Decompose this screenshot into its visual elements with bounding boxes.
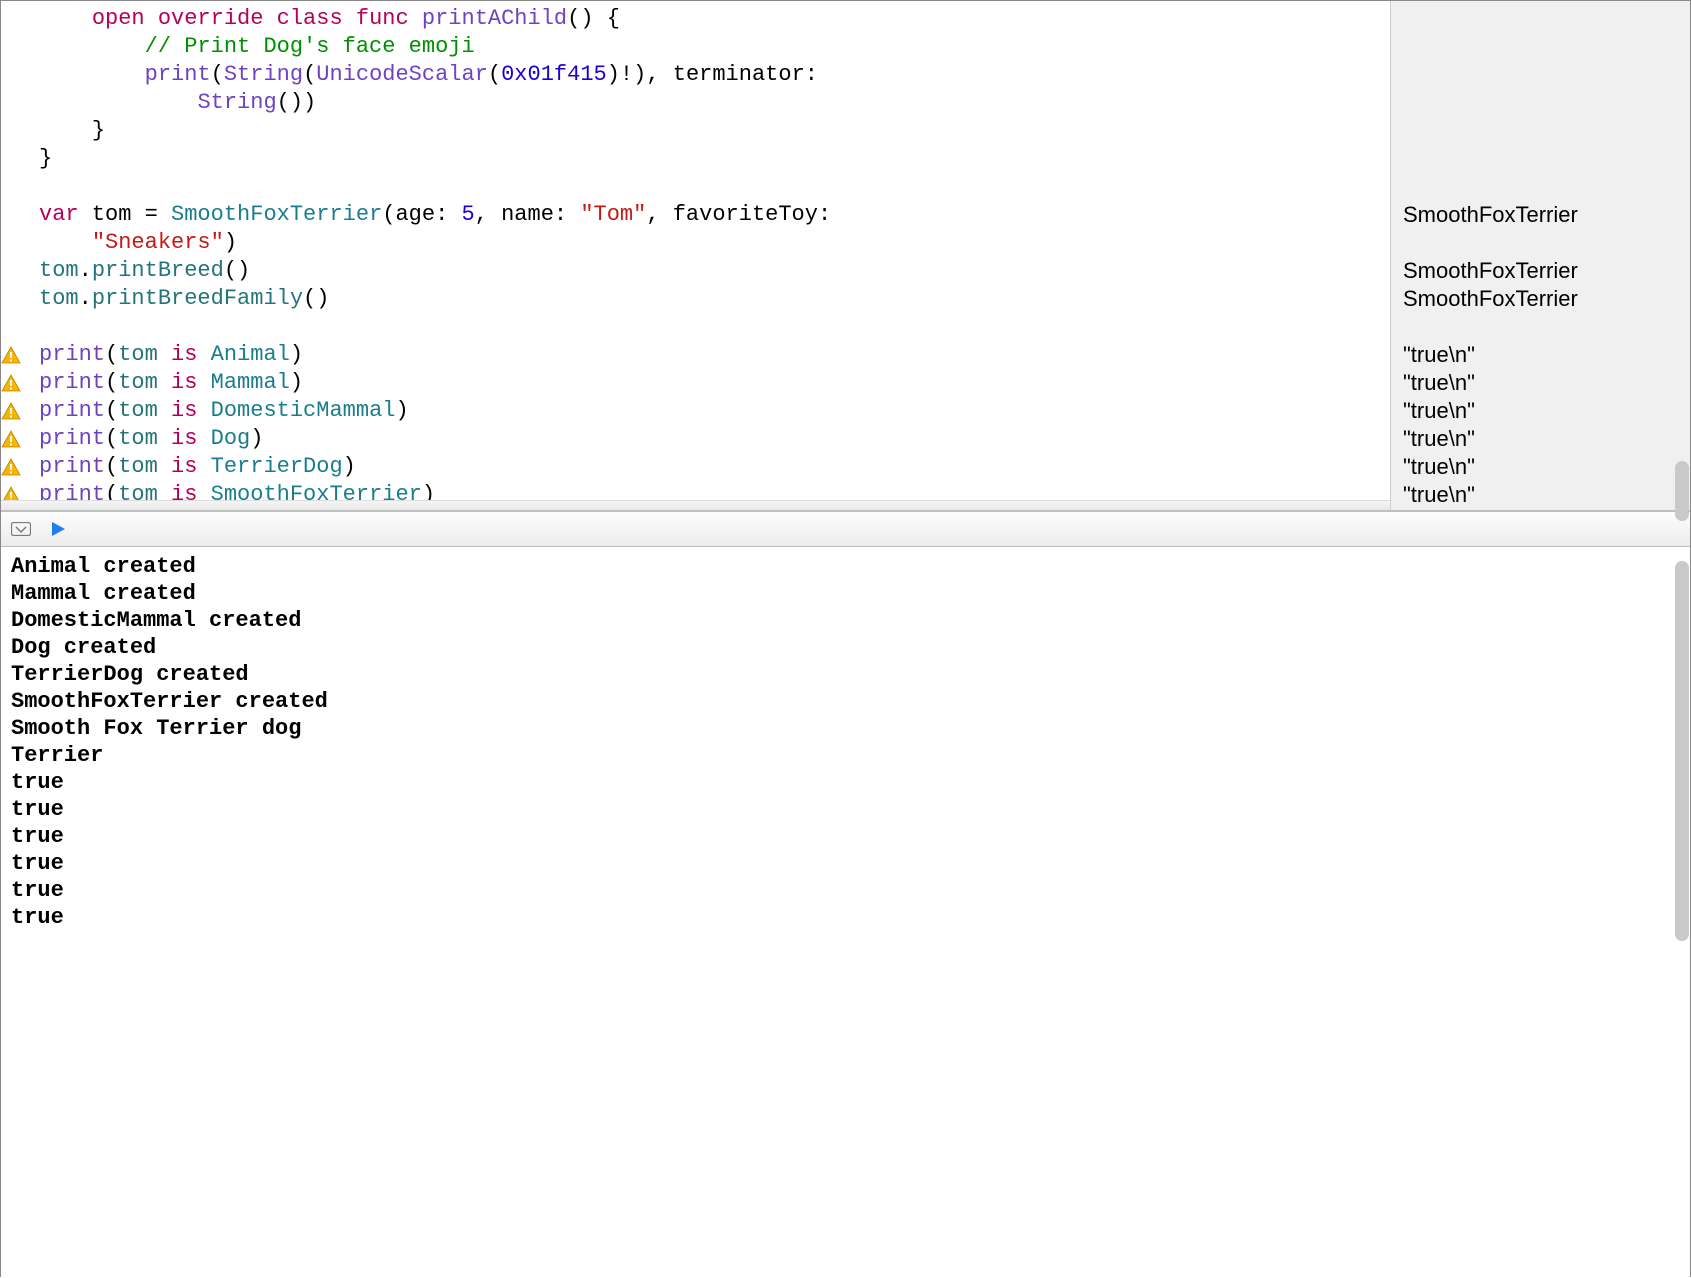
code-line[interactable]: print(tom is TerrierDog) [1, 453, 1390, 481]
console-line: TerrierDog created [11, 661, 1680, 688]
result-line[interactable]: "true\n" [1403, 341, 1678, 369]
code-line[interactable]: tom.printBreed() [1, 257, 1390, 285]
console-line: Terrier [11, 742, 1680, 769]
result-line[interactable]: "true\n" [1403, 369, 1678, 397]
code-text: print(tom is Animal) [33, 341, 1390, 369]
code-text: print(String(UnicodeScalar(0x01f415)!), … [33, 61, 1390, 89]
result-line[interactable] [1403, 5, 1678, 33]
console-line: Mammal created [11, 580, 1680, 607]
console-line: Animal created [11, 553, 1680, 580]
result-line[interactable]: "true\n" [1403, 425, 1678, 453]
console-line: true [11, 769, 1680, 796]
code-line[interactable]: // Print Dog's face emoji [1, 33, 1390, 61]
result-line[interactable] [1403, 89, 1678, 117]
code-editor[interactable]: open override class func printAChild() {… [1, 1, 1390, 510]
results-sidebar: SmoothFoxTerrierSmoothFoxTerrierSmoothFo… [1390, 1, 1690, 510]
console-line: true [11, 904, 1680, 931]
result-line[interactable] [1403, 313, 1678, 341]
code-line[interactable] [1, 313, 1390, 341]
result-line[interactable]: SmoothFoxTerrier [1403, 285, 1678, 313]
console-scrollbar[interactable] [1675, 561, 1689, 941]
code-text: tom.printBreedFamily() [33, 285, 1390, 313]
code-text: tom.printBreed() [33, 257, 1390, 285]
result-line[interactable] [1403, 173, 1678, 201]
vertical-scrollbar[interactable] [1675, 461, 1689, 521]
code-line[interactable]: } [1, 145, 1390, 173]
result-line[interactable]: "true\n" [1403, 397, 1678, 425]
warning-icon [1, 397, 33, 421]
code-line[interactable]: print(tom is Mammal) [1, 369, 1390, 397]
code-text: print(tom is Dog) [33, 425, 1390, 453]
code-line[interactable]: print(tom is Animal) [1, 341, 1390, 369]
code-text [33, 173, 1390, 201]
code-text: print(tom is TerrierDog) [33, 453, 1390, 481]
result-line[interactable]: SmoothFoxTerrier [1403, 257, 1678, 285]
code-line[interactable] [1, 173, 1390, 201]
code-line[interactable]: var tom = SmoothFoxTerrier(age: 5, name:… [1, 201, 1390, 229]
result-line[interactable]: "true\n" [1403, 453, 1678, 481]
code-text [33, 313, 1390, 341]
console-line: true [11, 877, 1680, 904]
warning-icon [1, 453, 33, 477]
warning-icon [1, 369, 33, 393]
code-text: String()) [33, 89, 1390, 117]
editor-pane: open override class func printAChild() {… [1, 1, 1690, 511]
code-text: // Print Dog's face emoji [33, 33, 1390, 61]
horizontal-scrollbar[interactable] [1, 500, 1390, 510]
result-line[interactable]: "true\n" [1403, 481, 1678, 509]
warning-icon [1, 425, 33, 449]
console-line: Dog created [11, 634, 1680, 661]
console-menu-icon[interactable] [11, 522, 31, 536]
result-line[interactable] [1403, 145, 1678, 173]
result-line[interactable] [1403, 33, 1678, 61]
result-line[interactable] [1403, 117, 1678, 145]
code-text: open override class func printAChild() { [33, 5, 1390, 33]
console-line: SmoothFoxTerrier created [11, 688, 1680, 715]
code-text: "Sneakers") [33, 229, 1390, 257]
result-line[interactable] [1403, 229, 1678, 257]
console-line: true [11, 796, 1680, 823]
run-icon[interactable] [49, 520, 67, 538]
console-toolbar [1, 511, 1690, 547]
code-line[interactable]: print(tom is DomesticMammal) [1, 397, 1390, 425]
code-line[interactable]: open override class func printAChild() { [1, 5, 1390, 33]
code-line[interactable]: print(tom is Dog) [1, 425, 1390, 453]
console-output[interactable]: Animal createdMammal createdDomesticMamm… [1, 547, 1690, 1278]
console-line: DomesticMammal created [11, 607, 1680, 634]
console-line: true [11, 850, 1680, 877]
warning-icon [1, 341, 33, 365]
code-line[interactable]: } [1, 117, 1390, 145]
code-line[interactable]: print(String(UnicodeScalar(0x01f415)!), … [1, 61, 1390, 89]
code-text: } [33, 117, 1390, 145]
code-line[interactable]: "Sneakers") [1, 229, 1390, 257]
code-text: print(tom is DomesticMammal) [33, 397, 1390, 425]
code-line[interactable]: String()) [1, 89, 1390, 117]
result-line[interactable] [1403, 61, 1678, 89]
console-line: true [11, 823, 1680, 850]
code-line[interactable]: tom.printBreedFamily() [1, 285, 1390, 313]
code-text: print(tom is Mammal) [33, 369, 1390, 397]
code-text: } [33, 145, 1390, 173]
code-text: var tom = SmoothFoxTerrier(age: 5, name:… [33, 201, 1390, 229]
result-line[interactable]: SmoothFoxTerrier [1403, 201, 1678, 229]
console-line: Smooth Fox Terrier dog [11, 715, 1680, 742]
